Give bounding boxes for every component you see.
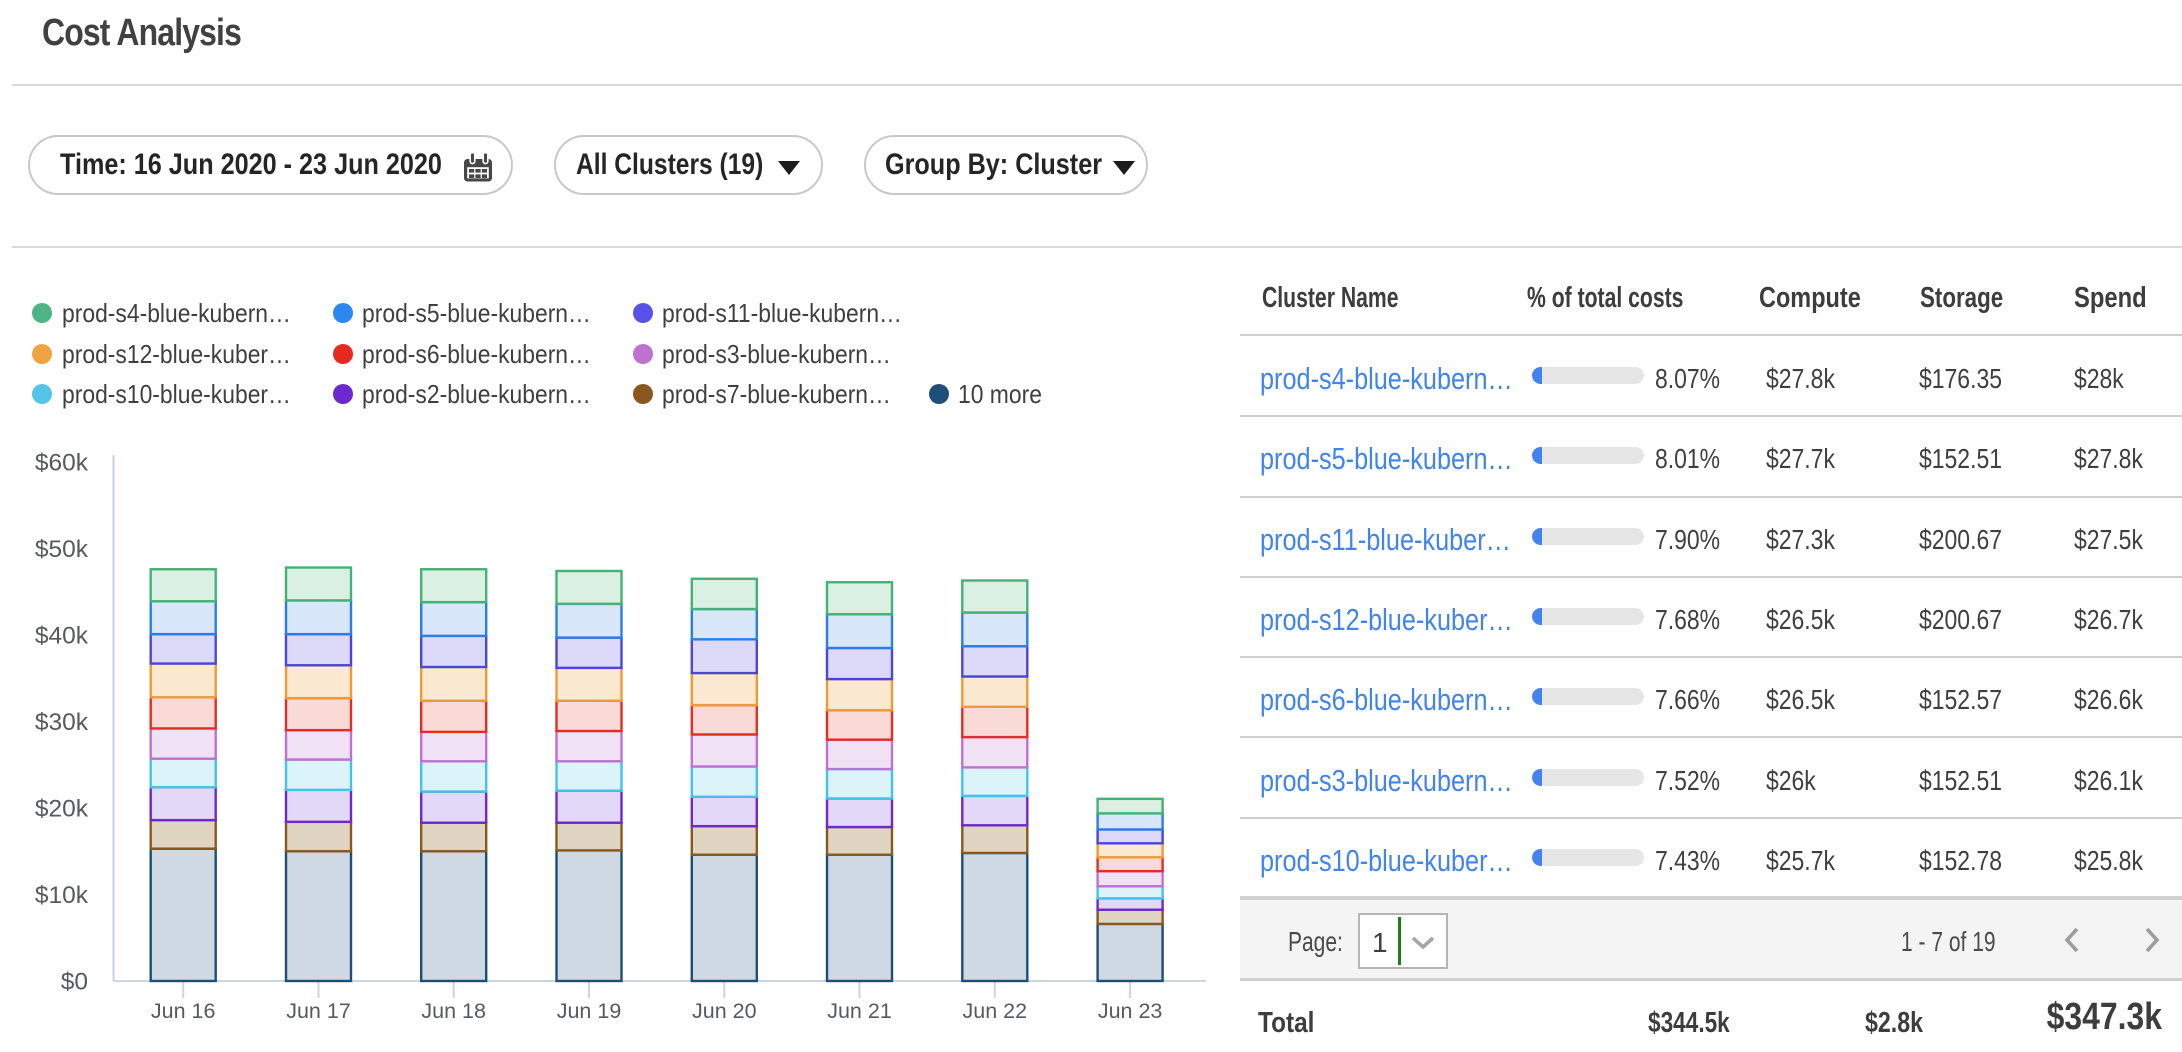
- svg-text:Jun 17: Jun 17: [286, 999, 351, 1023]
- svg-text:$0: $0: [61, 969, 88, 996]
- svg-text:Jun 16: Jun 16: [151, 999, 216, 1023]
- svg-text:$30k: $30k: [35, 709, 89, 736]
- svg-text:Jun 23: Jun 23: [1098, 999, 1163, 1023]
- svg-text:Jun 19: Jun 19: [557, 999, 622, 1023]
- svg-text:Jun 18: Jun 18: [421, 999, 486, 1023]
- svg-text:$50k: $50k: [35, 536, 89, 563]
- svg-text:Jun 21: Jun 21: [827, 999, 892, 1023]
- svg-text:$10k: $10k: [35, 882, 89, 909]
- svg-text:Jun 22: Jun 22: [963, 999, 1028, 1023]
- svg-text:$60k: $60k: [35, 450, 89, 477]
- svg-text:Jun 20: Jun 20: [692, 999, 757, 1023]
- svg-text:$40k: $40k: [35, 623, 89, 650]
- svg-text:$20k: $20k: [35, 796, 89, 823]
